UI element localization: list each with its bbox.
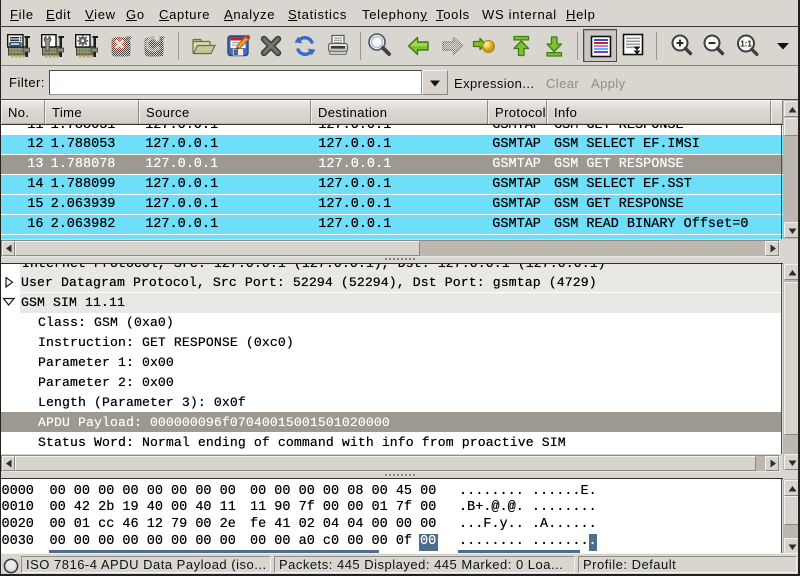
svg-text:1:1: 1:1 (740, 39, 752, 48)
